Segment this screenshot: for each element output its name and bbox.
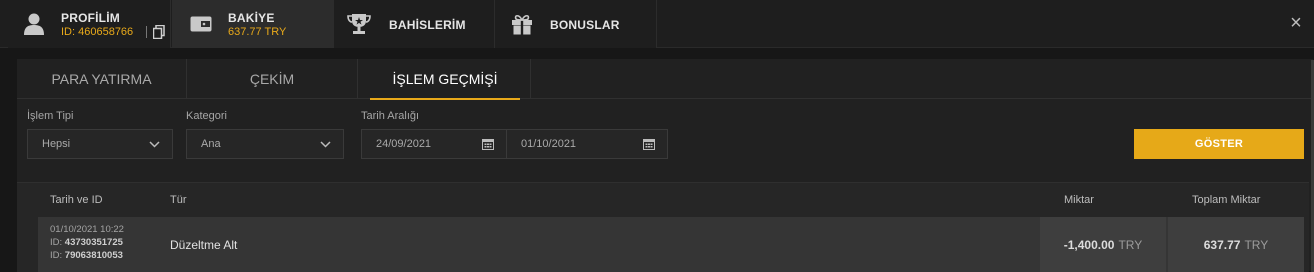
amount-value: -1,400.00: [1063, 238, 1115, 252]
sub-tabs: PARA YATIRMA ÇEKİM İŞLEM GEÇMİŞİ: [17, 59, 1313, 100]
transaction-datetime: 01/10/2021 10:22: [50, 224, 124, 235]
transaction-id-2: ID: 79063810053: [50, 250, 123, 261]
column-header-amount: Miktar: [1064, 194, 1094, 206]
gift-icon: [509, 12, 535, 36]
tab-profile[interactable]: PROFİLİM ID: 460658766: [8, 0, 171, 48]
tab-transaction-history[interactable]: İŞLEM GEÇMİŞİ: [370, 59, 520, 100]
user-id-text: ID: 460658766: [61, 26, 134, 38]
tab-balance[interactable]: BAKİYE 637.77 TRY: [172, 0, 334, 48]
table-row[interactable]: 01/10/2021 10:22 ID: 43730351725 ID: 790…: [38, 217, 1304, 272]
show-button[interactable]: GÖSTER: [1134, 129, 1304, 159]
tab-bets-label: BAHİSLERİM: [389, 18, 466, 32]
user-icon: [21, 12, 47, 36]
calendar-icon[interactable]: [643, 138, 655, 153]
transaction-id-1: ID: 43730351725: [50, 237, 123, 248]
chevron-down-icon: [320, 139, 331, 151]
tab-deposit[interactable]: PARA YATIRMA: [17, 59, 187, 99]
tab-profile-label: PROFİLİM: [61, 11, 120, 25]
transaction-table: Tarih ve ID Tür Miktar Toplam Miktar 01/…: [17, 182, 1309, 272]
category-select[interactable]: Ana: [186, 129, 344, 159]
calendar-icon[interactable]: [482, 138, 494, 153]
trophy-icon: [346, 12, 372, 36]
divider: [530, 59, 531, 99]
tab-withdraw[interactable]: ÇEKİM: [187, 59, 358, 99]
copy-icon[interactable]: [152, 24, 165, 40]
tab-balance-label: BAKİYE: [228, 11, 275, 25]
amount-cell: -1,400.00 TRY: [1040, 217, 1166, 272]
date-to-value: 01/10/2021: [521, 138, 577, 150]
close-icon[interactable]: ×: [1286, 13, 1306, 33]
tab-bonuses[interactable]: BONUSLAR: [495, 0, 657, 48]
transaction-type-label: İşlem Tipi: [27, 110, 74, 122]
tab-bets[interactable]: BAHİSLERİM: [334, 0, 495, 48]
category-label: Kategori: [186, 110, 227, 122]
divider: [146, 26, 147, 38]
category-value: Ana: [201, 138, 221, 150]
amount-currency: TRY: [1118, 238, 1143, 252]
transaction-type: Düzeltme Alt: [170, 238, 238, 252]
transaction-type-value: Hepsi: [42, 138, 71, 150]
chevron-down-icon: [149, 139, 160, 151]
total-currency: TRY: [1244, 238, 1269, 252]
transaction-type-select[interactable]: Hepsi: [27, 129, 173, 159]
total-value: 637.77: [1203, 238, 1241, 252]
transaction-meta: 01/10/2021 10:22 ID: 43730351725 ID: 790…: [50, 223, 124, 262]
account-top-bar: PROFİLİM ID: 460658766 BAKİYE 637.77 TRY…: [0, 0, 1314, 48]
column-header-type: Tür: [170, 194, 187, 206]
total-cell: 637.77 TRY: [1168, 217, 1304, 272]
date-to-input[interactable]: 01/10/2021: [506, 129, 668, 159]
date-range-label: Tarih Aralığı: [361, 110, 420, 122]
tab-bonuses-label: BONUSLAR: [550, 18, 620, 32]
date-from-input[interactable]: 24/09/2021: [361, 129, 507, 159]
wallet-icon: [188, 12, 214, 36]
date-from-value: 24/09/2021: [376, 138, 432, 150]
column-header-total: Toplam Miktar: [1192, 194, 1261, 206]
column-header-date-id: Tarih ve ID: [50, 194, 103, 206]
balance-amount: 637.77 TRY: [228, 26, 287, 38]
